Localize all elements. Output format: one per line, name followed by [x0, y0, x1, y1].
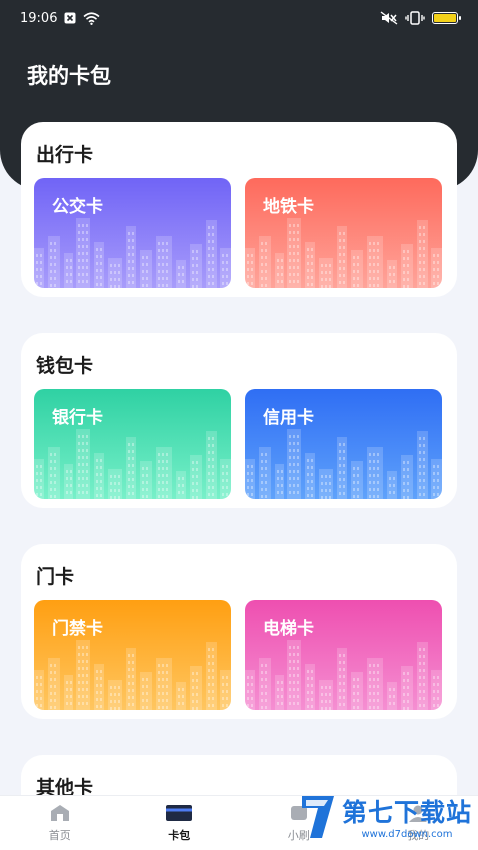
section-title: 出行卡 — [36, 144, 94, 166]
city-skyline-decoration — [245, 640, 442, 710]
page-title: 我的卡包 — [27, 64, 111, 88]
mute-icon — [380, 11, 398, 25]
tab-label: 首页 — [48, 828, 71, 842]
card-label: 地铁卡 — [263, 197, 314, 217]
card-bank[interactable]: 银行卡 — [34, 389, 231, 499]
tab-label: 卡包 — [168, 828, 191, 842]
card-bus[interactable]: 公交卡 — [34, 178, 231, 288]
city-skyline-decoration — [34, 218, 231, 288]
card-label: 公交卡 — [52, 197, 103, 217]
card-access[interactable]: 门禁卡 — [34, 600, 231, 710]
section-travel-cards: 出行卡 公交卡 地铁卡 — [21, 122, 457, 297]
card-label: 银行卡 — [52, 408, 103, 428]
city-skyline-decoration — [245, 429, 442, 499]
status-bar: 19:06 — [0, 0, 478, 36]
card-metro[interactable]: 地铁卡 — [245, 178, 442, 288]
card-label: 电梯卡 — [263, 619, 314, 639]
section-title: 钱包卡 — [36, 355, 94, 377]
vibrate-icon — [405, 11, 425, 25]
section-door-cards: 门卡 门禁卡 电梯卡 — [21, 544, 457, 719]
section-wallet-cards: 钱包卡 银行卡 信用卡 — [21, 333, 457, 508]
close-box-icon — [64, 12, 76, 24]
tab-home[interactable]: 首页 — [0, 796, 120, 850]
card-elevator[interactable]: 电梯卡 — [245, 600, 442, 710]
card-icon — [166, 804, 193, 821]
card-label: 门禁卡 — [52, 619, 103, 639]
card-label: 信用卡 — [263, 408, 314, 428]
battery-icon — [432, 12, 461, 24]
site-watermark: 第七下载站 www.d7down.com — [298, 793, 472, 840]
city-skyline-decoration — [34, 429, 231, 499]
watermark-main-text: 第七下载站 — [341, 798, 472, 827]
city-skyline-decoration — [34, 640, 231, 710]
city-skyline-decoration — [245, 218, 442, 288]
wifi-icon — [83, 11, 100, 25]
tab-cards[interactable]: 卡包 — [120, 796, 240, 850]
watermark-logo-icon — [301, 795, 334, 838]
watermark-sub-text: www.d7down.com — [361, 829, 453, 840]
status-time: 19:06 — [20, 10, 58, 26]
section-title: 门卡 — [36, 566, 75, 588]
home-icon — [50, 804, 69, 821]
card-credit[interactable]: 信用卡 — [245, 389, 442, 499]
